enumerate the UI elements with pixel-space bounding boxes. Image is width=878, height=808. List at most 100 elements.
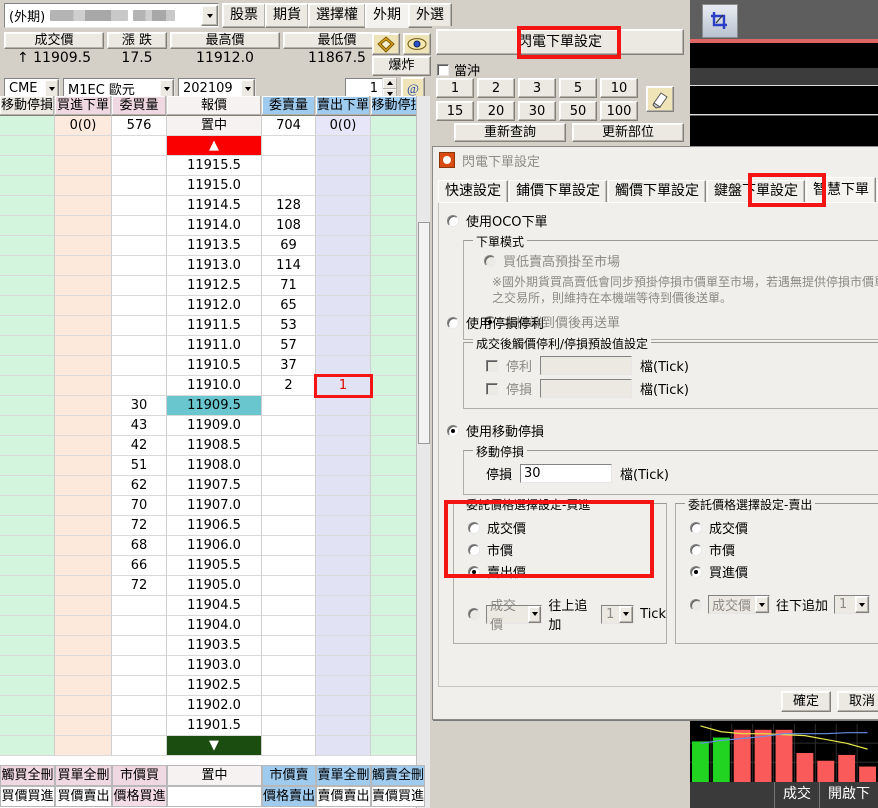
cancel-all-trigger-buy[interactable]: 觸買全刪: [0, 765, 55, 786]
cell-bid-qty[interactable]: [112, 616, 167, 636]
chevron-down-icon[interactable]: [528, 606, 542, 623]
table-row[interactable]: 11903.0: [0, 656, 430, 676]
cell-ask-qty[interactable]: [262, 636, 316, 656]
cell-bid-qty[interactable]: [112, 296, 167, 316]
cell-sell-order[interactable]: [316, 236, 371, 256]
trailing-stop-radio[interactable]: [447, 425, 459, 437]
status-deal-button[interactable]: 成交: [774, 782, 819, 808]
cell-sell-order[interactable]: [316, 576, 371, 596]
cell-price[interactable]: 11903.0: [167, 656, 262, 676]
cancel-all-sell-orders[interactable]: 賣單全刪: [316, 765, 371, 786]
cell-buy-order[interactable]: [55, 336, 112, 356]
cell-ask-qty[interactable]: [262, 696, 316, 716]
cell-sell-order[interactable]: [316, 196, 371, 216]
cell-trailstop-buy[interactable]: [0, 676, 55, 696]
stoploss-checkbox[interactable]: [486, 383, 498, 395]
cell-sell-order[interactable]: [316, 216, 371, 236]
cell-buy-order[interactable]: [55, 516, 112, 536]
table-row[interactable]: 7211905.0: [0, 576, 430, 596]
mode1-radio[interactable]: [484, 255, 496, 267]
table-row[interactable]: 11912.571: [0, 276, 430, 296]
scroll-up-arrow-icon[interactable]: ▲: [167, 136, 262, 156]
cell-bid-qty[interactable]: [112, 196, 167, 216]
cell-trailstop-buy[interactable]: [0, 416, 55, 436]
cell-bid-qty[interactable]: [112, 176, 167, 196]
cell-buy-order[interactable]: [55, 196, 112, 216]
cell-buy-order[interactable]: [55, 476, 112, 496]
cell-trailstop-buy[interactable]: [0, 476, 55, 496]
ladder-rows[interactable]: 11915.511915.011914.512811914.010811913.…: [0, 156, 430, 736]
buy-extra-combo[interactable]: 成交價: [486, 605, 542, 624]
cell-price[interactable]: 11906.0: [167, 536, 262, 556]
cell-price[interactable]: 11910.0: [167, 376, 262, 396]
table-row[interactable]: 11915.0: [0, 176, 430, 196]
cell-bid-qty[interactable]: [112, 276, 167, 296]
table-row[interactable]: 11904.5: [0, 596, 430, 616]
cell-sell-order[interactable]: [316, 176, 371, 196]
table-row[interactable]: 6611905.5: [0, 556, 430, 576]
cell-trailstop-buy[interactable]: [0, 296, 55, 316]
tab-trigger-order-settings[interactable]: 觸價下單設定: [608, 180, 706, 203]
cell-ask-qty[interactable]: [262, 156, 316, 176]
sell-opt-market-radio[interactable]: [690, 544, 702, 556]
table-row[interactable]: 6211907.5: [0, 476, 430, 496]
sell-opt-bid-row[interactable]: 買進價: [690, 562, 878, 581]
chevron-down-icon[interactable]: [855, 596, 869, 613]
cell-price[interactable]: 11914.5: [167, 196, 262, 216]
cell-buy-order[interactable]: [55, 616, 112, 636]
buy-extra-row[interactable]: 成交價 往上追加 1 Tick: [468, 595, 666, 633]
cell-ask-qty[interactable]: [262, 496, 316, 516]
cell-price[interactable]: 11904.5: [167, 596, 262, 616]
cell-ask-qty[interactable]: 114: [262, 256, 316, 276]
table-row[interactable]: 3011909.5: [0, 396, 430, 416]
cell-price[interactable]: 11908.0: [167, 456, 262, 476]
cell-ask-qty[interactable]: [262, 676, 316, 696]
center-button[interactable]: 置中: [167, 765, 262, 786]
ladder-arrow-up-row[interactable]: ▲: [0, 136, 430, 156]
cell-ask-qty[interactable]: [262, 416, 316, 436]
table-row[interactable]: 11904.0: [0, 616, 430, 636]
cell-buy-order[interactable]: [55, 416, 112, 436]
table-row[interactable]: 11902.0: [0, 696, 430, 716]
cell-bid-qty[interactable]: [112, 696, 167, 716]
takeprofit-checkbox[interactable]: [486, 360, 498, 372]
sell-opt-last-radio[interactable]: [690, 522, 702, 534]
buy-extra-radio[interactable]: [468, 608, 480, 620]
cell-sell-order[interactable]: [316, 616, 371, 636]
daytrade-checkbox[interactable]: [437, 64, 449, 76]
crop-tool-icon[interactable]: [702, 4, 738, 38]
cell-bid-qty[interactable]: [112, 636, 167, 656]
cell-buy-order[interactable]: [55, 696, 112, 716]
qty-button-30[interactable]: 30: [518, 101, 556, 121]
cell-price[interactable]: 11908.5: [167, 436, 262, 456]
cell-ask-qty[interactable]: [262, 396, 316, 416]
sell-extra-radio[interactable]: [690, 599, 702, 611]
ok-button[interactable]: 確定: [781, 691, 831, 712]
oco-radio[interactable]: [447, 215, 459, 227]
table-row[interactable]: 11914.5128: [0, 196, 430, 216]
cell-ask-qty[interactable]: 37: [262, 356, 316, 376]
sell-opt-last-row[interactable]: 成交價: [690, 518, 878, 537]
cell-trailstop-buy[interactable]: [0, 556, 55, 576]
trailing-sl-input[interactable]: 30: [520, 464, 612, 483]
explode-button[interactable]: 爆炸: [372, 56, 431, 76]
cell-price[interactable]: 11912.5: [167, 276, 262, 296]
table-row[interactable]: 11910.537: [0, 356, 430, 376]
cell-buy-order[interactable]: [55, 656, 112, 676]
sell-opt-bid-radio[interactable]: [690, 566, 702, 578]
table-row[interactable]: 11902.5: [0, 676, 430, 696]
cell-ask-qty[interactable]: [262, 176, 316, 196]
cell-sell-order[interactable]: [316, 656, 371, 676]
cell-sell-order[interactable]: [316, 336, 371, 356]
cell-sell-order[interactable]: [316, 476, 371, 496]
cell-buy-order[interactable]: [55, 536, 112, 556]
takeprofit-row[interactable]: 停利 檔(Tick): [486, 356, 878, 375]
cell-buy-order[interactable]: [55, 396, 112, 416]
table-row[interactable]: 11914.0108: [0, 216, 430, 236]
cell-ask-qty[interactable]: [262, 436, 316, 456]
cell-trailstop-buy[interactable]: [0, 696, 55, 716]
cell-bid-qty[interactable]: 70: [112, 496, 167, 516]
cell-price[interactable]: 11910.5: [167, 356, 262, 376]
cell-sell-order[interactable]: [316, 636, 371, 656]
cancel-button[interactable]: 取消: [837, 691, 878, 712]
